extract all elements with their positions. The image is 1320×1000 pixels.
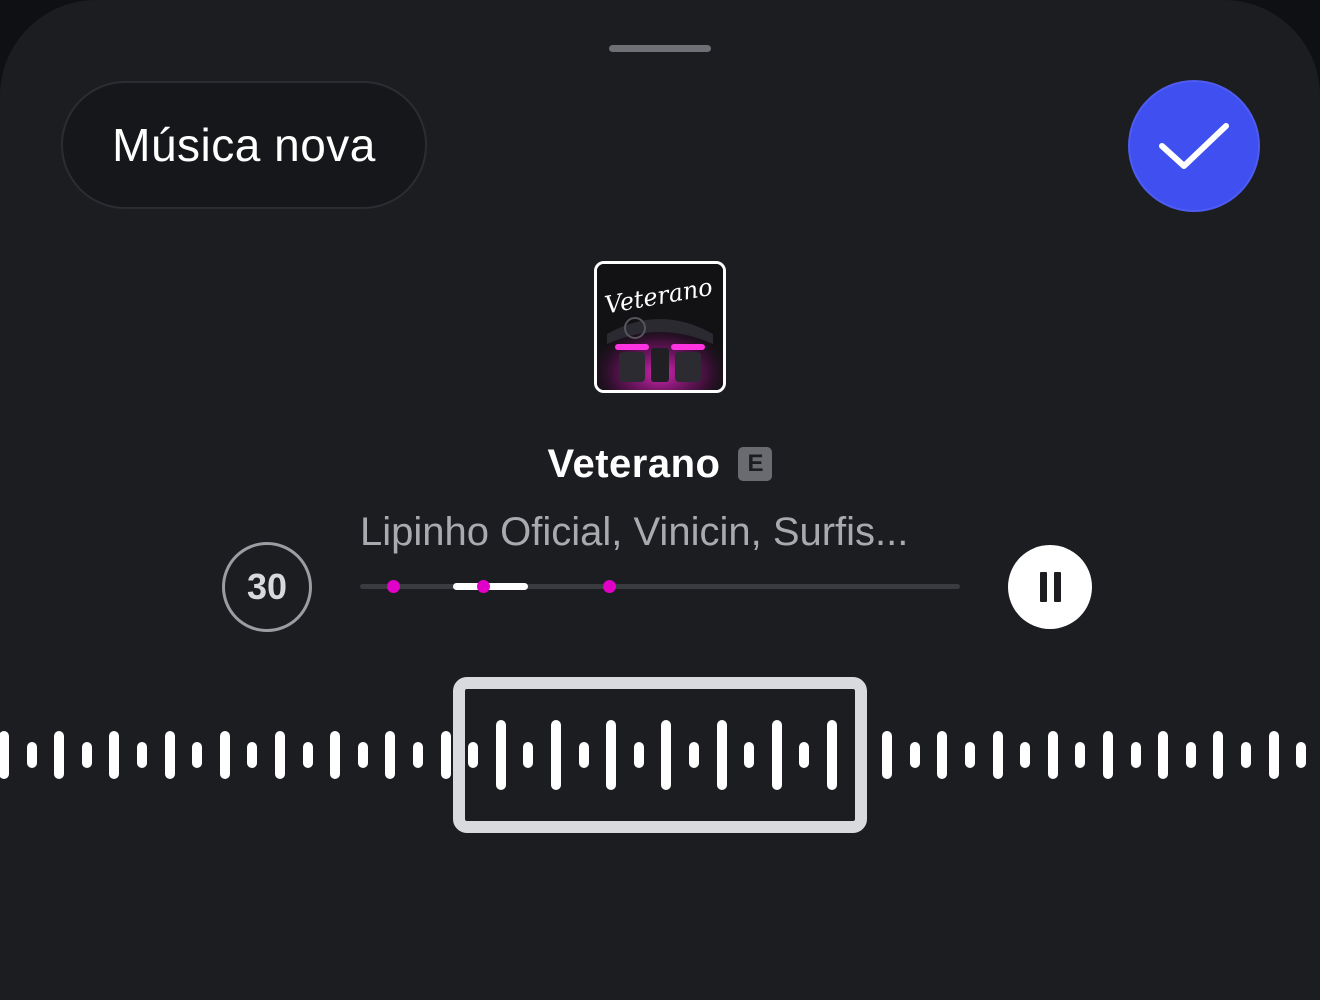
waveform-bar	[164, 731, 175, 779]
checkmark-icon	[1159, 123, 1229, 169]
confirm-button[interactable]	[1128, 80, 1260, 212]
waveform-bar	[1158, 731, 1169, 779]
waveform-bar	[330, 731, 341, 779]
waveform-bar	[26, 742, 37, 768]
waveform-bar	[1130, 742, 1141, 768]
track-artists: Lipinho Oficial, Vinicin, Surfis...	[360, 510, 909, 554]
selected-segment	[453, 583, 528, 590]
music-picker-sheet: Música nova Veterano Veterano E Lipinho …	[0, 0, 1320, 1000]
waveform-bar	[909, 742, 920, 768]
clip-duration-button[interactable]: 30	[222, 542, 312, 632]
waveform-bar	[192, 742, 203, 768]
waveform-bar	[882, 731, 893, 779]
waveform-bar	[385, 731, 396, 779]
pause-button[interactable]	[1008, 545, 1092, 629]
waveform-bar	[1213, 731, 1224, 779]
waveform-bar	[937, 731, 948, 779]
waveform-bar	[1185, 742, 1196, 768]
track-title-row: Veterano E	[0, 436, 1320, 492]
waveform-bar	[81, 742, 92, 768]
waveform-bar	[1241, 742, 1251, 768]
track-title: Veterano	[547, 441, 721, 486]
clip-duration-label: 30	[246, 566, 288, 607]
album-artwork: Veterano	[597, 264, 723, 390]
album-cover: Veterano	[594, 261, 726, 393]
waveform-bar	[440, 731, 451, 779]
song-timeline[interactable]	[360, 580, 960, 593]
waveform-bar	[1103, 731, 1113, 779]
waveform-bar	[357, 742, 368, 768]
waveform-bar	[992, 731, 1003, 779]
waveform-bar	[0, 731, 9, 779]
waveform-bar	[1075, 742, 1086, 768]
timeline-marker	[603, 580, 616, 593]
waveform-bar	[54, 731, 65, 779]
pause-icon-bar	[1053, 572, 1061, 602]
waveform-bar	[219, 731, 230, 779]
timeline-marker	[387, 580, 400, 593]
waveform-bar	[302, 742, 313, 768]
waveform-bar	[275, 731, 285, 779]
waveform-bar	[137, 742, 147, 768]
timeline-marker	[477, 580, 490, 593]
waveform-bar	[247, 742, 258, 768]
pause-icon	[1039, 572, 1047, 602]
waveform-bar	[1296, 742, 1307, 768]
waveform-bar	[1268, 731, 1279, 779]
music-category-button[interactable]: Música nova	[61, 81, 427, 209]
sheet-grabber[interactable]	[609, 45, 711, 52]
waveform-bar	[1020, 742, 1031, 768]
waveform-bar	[965, 742, 975, 768]
waveform-bar	[413, 742, 423, 768]
selection-frame[interactable]	[453, 677, 867, 833]
explicit-badge: E	[738, 447, 773, 481]
waveform-bar	[109, 731, 120, 779]
waveform-bar	[1047, 731, 1058, 779]
music-category-label: Música nova	[112, 119, 376, 171]
